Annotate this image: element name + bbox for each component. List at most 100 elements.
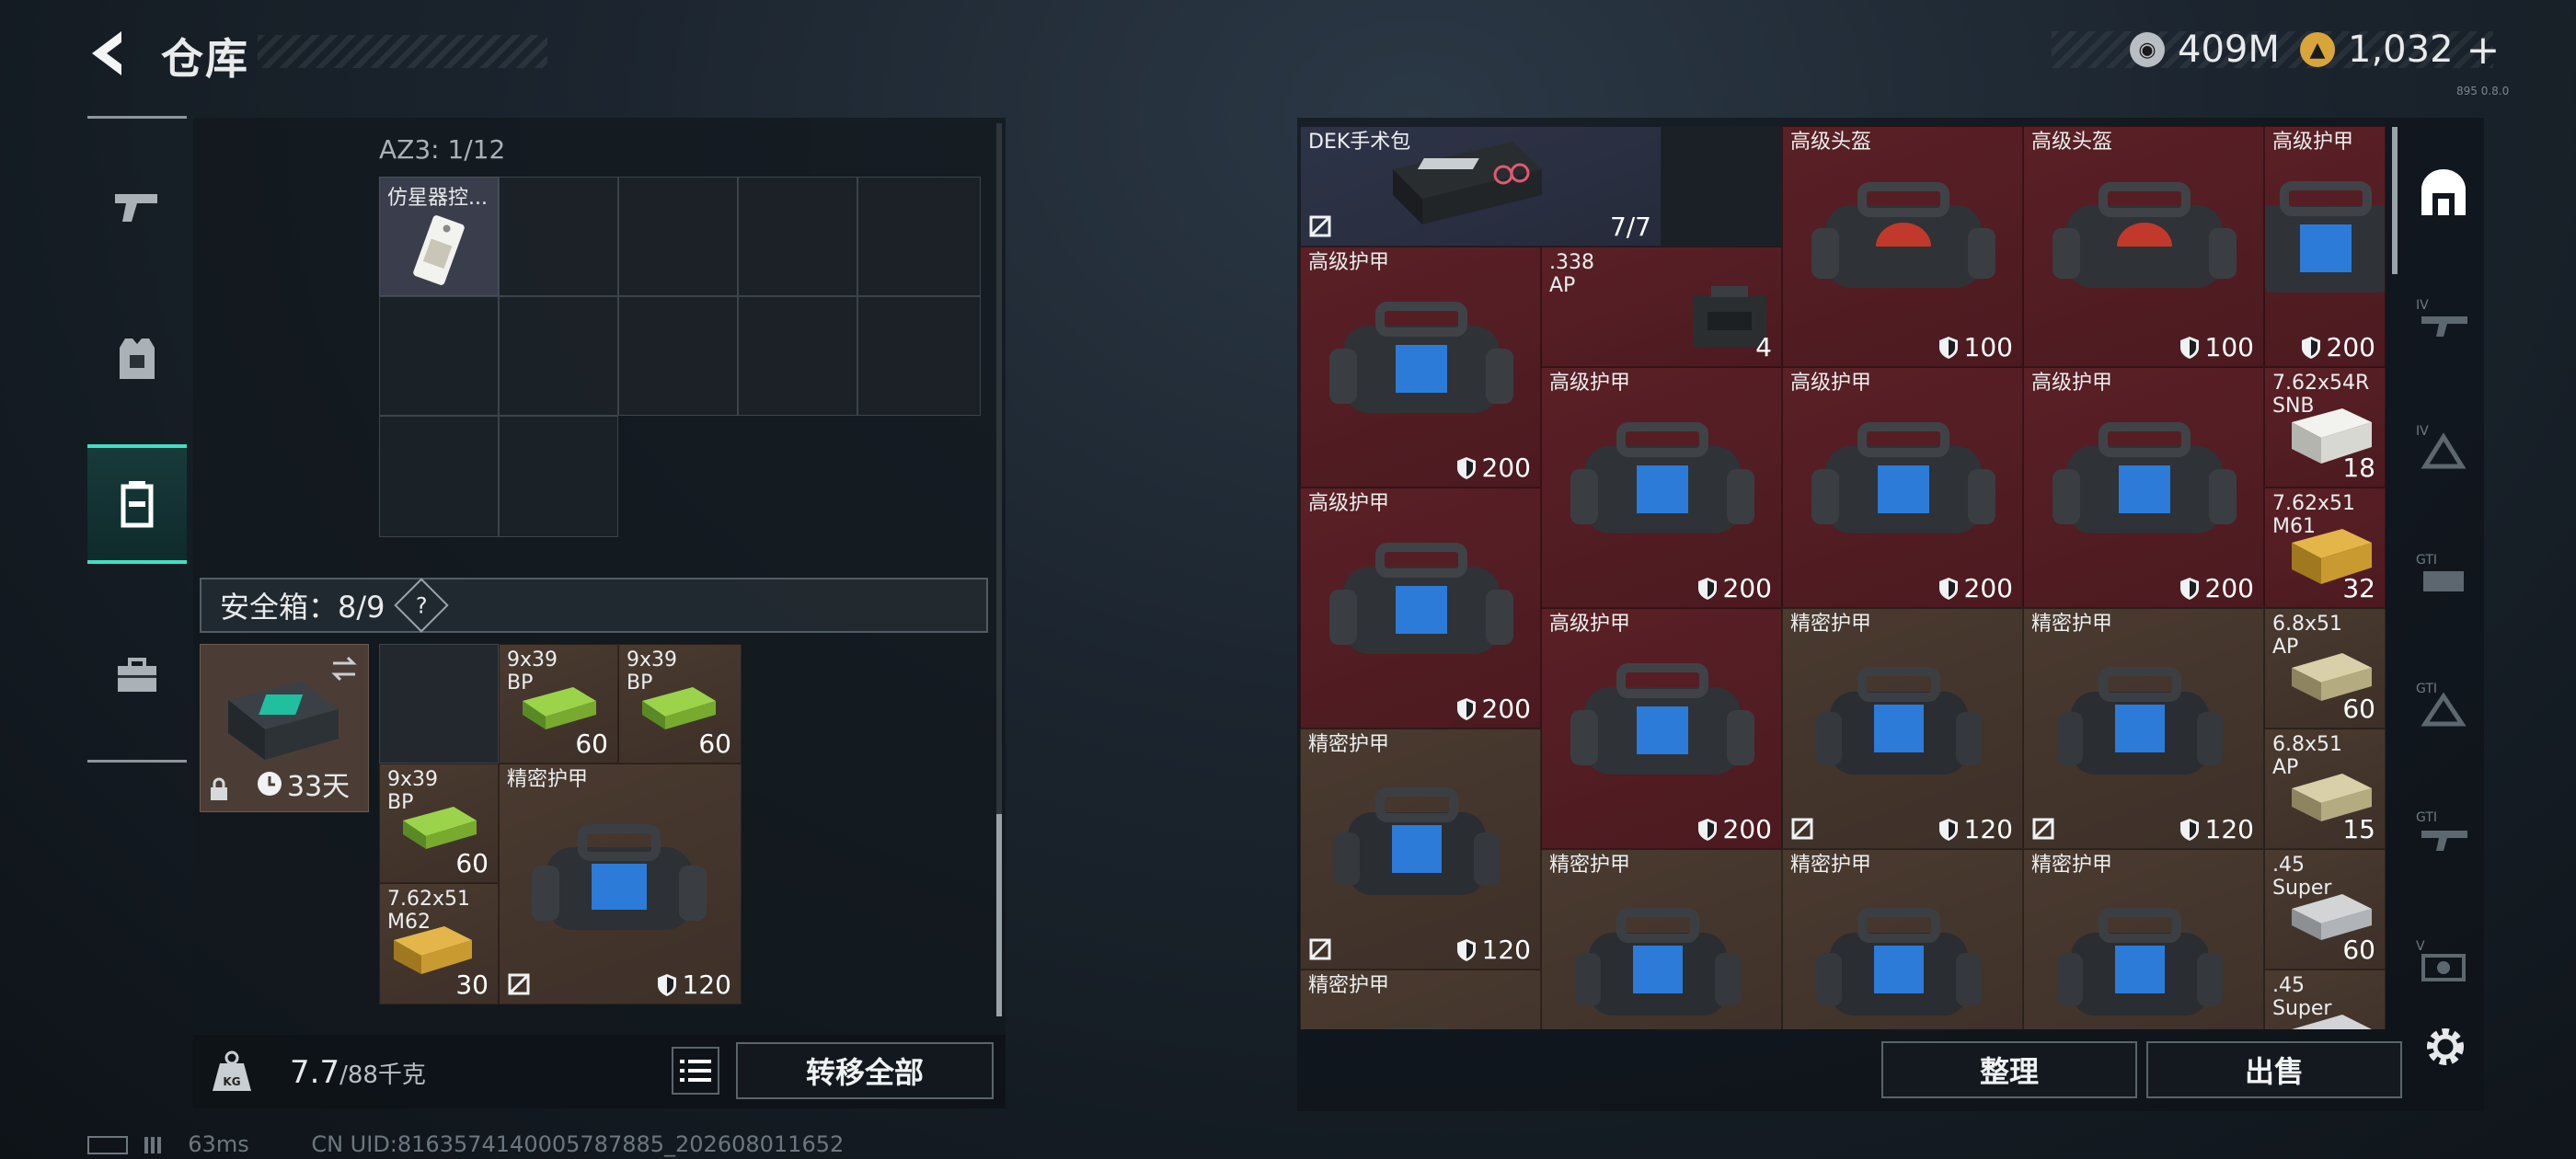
sidebar-tab-items[interactable]: [87, 616, 187, 736]
swap-icon[interactable]: [328, 652, 361, 685]
stash-item-medkit[interactable]: DEK手术包 7/7: [1300, 126, 1662, 247]
stash-item-ammo[interactable]: 7.62x51 M61 32: [2264, 488, 2386, 608]
stash-item-ammo[interactable]: .338 AP 4: [1541, 247, 1782, 367]
container-slot[interactable]: [618, 177, 738, 296]
helmet-icon: [2053, 173, 2237, 296]
stash-item-ammo[interactable]: 7.62x54R SNB 18: [2264, 367, 2386, 488]
tier-gear-icon: GTI: [2416, 553, 2464, 591]
item-name: 高级护甲: [2031, 372, 2113, 395]
stash-item-armor[interactable]: 精密护甲 120: [1782, 608, 2023, 849]
container-item[interactable]: 仿星器控...: [379, 177, 499, 296]
sidebar-divider-top: [87, 116, 187, 119]
sort-button[interactable]: 整理: [1881, 1041, 2137, 1098]
container-slot[interactable]: [379, 416, 499, 537]
container-slot[interactable]: [499, 177, 618, 296]
stash-tab-iv-armor[interactable]: IV: [2403, 396, 2484, 497]
item-durability: 200: [1456, 694, 1531, 724]
container-slot[interactable]: [618, 296, 738, 416]
stash-item-ammo[interactable]: 6.8x51 AP 60: [2264, 608, 2386, 729]
sidebar-tab-container[interactable]: [87, 444, 187, 564]
ammo-box-icon: [523, 687, 596, 729]
stash-item-armor[interactable]: 高级护甲 200: [1782, 367, 2023, 608]
sidebar-divider-bottom: [87, 760, 187, 763]
container-scroll-thumb[interactable]: [996, 814, 1002, 1016]
item-count: 32: [2342, 573, 2375, 603]
stash-tab-gti-b[interactable]: GTI: [2403, 653, 2484, 754]
stash-item-armor[interactable]: 精密护甲: [1782, 849, 2023, 1029]
stash-item-helmet[interactable]: 高级头盔 100: [1782, 126, 2023, 367]
tier-gear-icon: GTI: [2416, 682, 2467, 727]
svg-text:GTI: GTI: [2416, 810, 2437, 825]
stash-item-armor[interactable]: 精密护甲 120: [2023, 608, 2264, 849]
settings-button[interactable]: [2420, 1021, 2471, 1073]
armorB-icon: [1570, 655, 1754, 787]
list-icon: [680, 1060, 711, 1082]
stash-item-armor[interactable]: 高级护甲 200: [2264, 126, 2386, 367]
item-durability: 200: [1697, 573, 1772, 603]
safe-item-ammo[interactable]: 9x39 BP 60: [379, 763, 499, 883]
container-slot[interactable]: [499, 416, 618, 537]
armorB-icon: [1329, 534, 1513, 667]
stash-item-armor[interactable]: 精密护甲: [2023, 849, 2264, 1029]
item-name: 精密护甲: [2031, 613, 2113, 636]
stash-item-helmet[interactable]: 高级头盔 100: [2023, 126, 2264, 367]
stash-tab-main[interactable]: [2403, 143, 2484, 244]
safe-item-ammo[interactable]: 9x39 BP 60: [618, 644, 742, 763]
container-slot[interactable]: [738, 296, 857, 416]
stash-item-armor[interactable]: 高级护甲 200: [2023, 367, 2264, 608]
stash-item-armor[interactable]: 高级护甲 200: [1300, 247, 1541, 488]
silver-currency: ◉ 409M: [2130, 24, 2280, 75]
safe-item-armor[interactable]: 精密护甲 120: [499, 763, 742, 1004]
container-slot[interactable]: [857, 177, 981, 296]
container-slot[interactable]: [499, 296, 618, 416]
gold-amount: 1,032: [2348, 29, 2454, 71]
durability-value: 120: [682, 970, 731, 1000]
stash-scrollbar[interactable]: [2392, 127, 2398, 274]
item-durability: 200: [1938, 573, 2013, 603]
container-slot[interactable]: [738, 177, 857, 296]
safe-slot[interactable]: [379, 644, 499, 763]
safe-item-ammo[interactable]: 7.62x51 M62 30: [379, 883, 499, 1004]
safe-box-item[interactable]: 33天: [200, 644, 369, 812]
sidebar-tab-weapons[interactable]: [87, 147, 187, 267]
item-count: 60: [698, 729, 731, 759]
helmet-icon: [1811, 173, 1995, 296]
svg-text:KG: KG: [223, 1075, 240, 1088]
help-button[interactable]: ?: [393, 578, 449, 633]
stash-tab-gti-a[interactable]: GTI: [2403, 524, 2484, 625]
safe-item-ammo[interactable]: 9x39 BP 60: [499, 644, 618, 763]
weight-readout: 7.7/88千克: [290, 1054, 426, 1091]
stash-tab-v[interactable]: V: [2403, 911, 2484, 1012]
precision-armor-icon: [532, 824, 707, 930]
container-slot[interactable]: [379, 296, 499, 416]
add-currency-button[interactable]: +: [2467, 27, 2501, 74]
stash-item-armor[interactable]: 高级护甲 200: [1300, 488, 1541, 729]
shield-icon: [1697, 818, 1717, 841]
gold-currency[interactable]: ▲ 1,032 +: [2300, 24, 2500, 75]
clock-icon: [258, 772, 282, 796]
stash-tab-gti-c[interactable]: GTI: [2403, 782, 2484, 883]
stash-item-ammo[interactable]: 6.8x51 AP 15: [2264, 729, 2386, 849]
sell-button[interactable]: 出售: [2146, 1041, 2402, 1098]
list-view-button[interactable]: [672, 1047, 719, 1095]
item-durability: 120: [1456, 935, 1531, 965]
stash-item-armor[interactable]: 精密护甲: [1300, 970, 1541, 1029]
stash-item-ammo[interactable]: .45 Super: [2264, 970, 2386, 1029]
stash-grid: DEK手术包 7/7 高级头盔 100 高级头盔 100 高级护甲 200 高级护甲 200 .33…: [1300, 126, 2386, 1029]
safe-box-label: 安全箱：8/9: [220, 590, 385, 625]
status-bar: 63ms CN UID:8163574140005787885_20260801…: [87, 1131, 844, 1157]
stash-tab-iv-weapon[interactable]: IV: [2403, 267, 2484, 368]
durability-value: 200: [1481, 453, 1531, 483]
stash-item-armor[interactable]: 精密护甲: [1541, 849, 1782, 1029]
container-slot[interactable]: [857, 296, 981, 416]
sidebar-tab-equipment[interactable]: [87, 299, 187, 419]
stash-item-armor[interactable]: 高级护甲 200: [1541, 367, 1782, 608]
back-button[interactable]: [83, 26, 138, 81]
stash-item-armor[interactable]: 精密护甲 120: [1300, 729, 1541, 970]
armorB-icon: [1570, 414, 1754, 546]
durability-value: 200: [1722, 814, 1772, 844]
stash-item-ammo[interactable]: .45 Super 60: [2264, 849, 2386, 970]
transfer-all-button[interactable]: 转移全部: [736, 1042, 994, 1099]
stash-item-armor[interactable]: 高级护甲 200: [1541, 608, 1782, 849]
item-name: 高级护甲: [1308, 492, 1390, 515]
